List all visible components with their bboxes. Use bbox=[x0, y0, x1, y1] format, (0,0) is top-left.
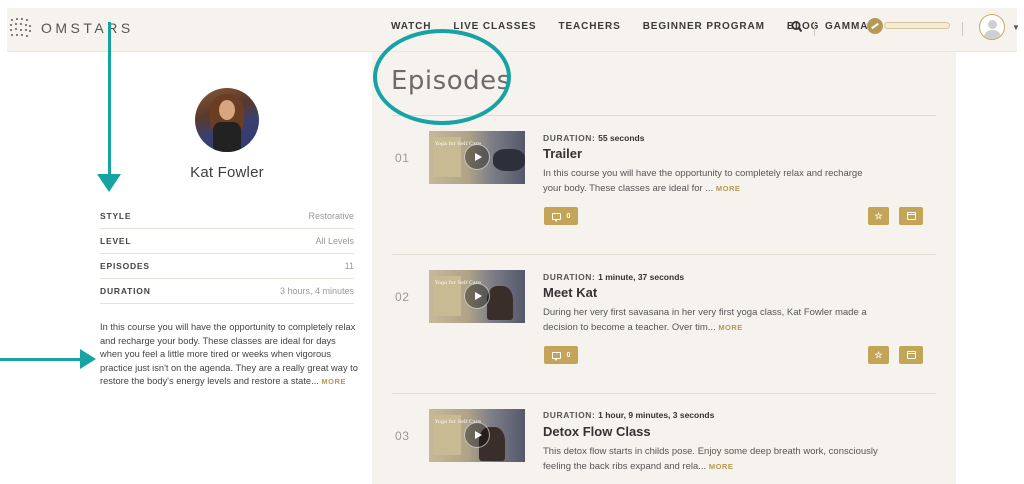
account-level-label[interactable]: GAMMA bbox=[825, 21, 868, 32]
comment-count: 0 bbox=[566, 212, 571, 220]
meta-label: STYLE bbox=[100, 211, 132, 221]
meta-label: EPISODES bbox=[100, 261, 150, 271]
divider bbox=[392, 254, 936, 255]
episode-duration: DURATION: 55 seconds bbox=[543, 133, 644, 143]
more-link[interactable]: MORE bbox=[321, 377, 346, 386]
episode-title[interactable]: Meet Kat bbox=[543, 285, 597, 300]
more-link[interactable]: MORE bbox=[709, 462, 734, 471]
course-description: In this course you will have the opportu… bbox=[100, 321, 358, 389]
meta-value: Restorative bbox=[308, 211, 354, 221]
comments-button[interactable]: 0 bbox=[544, 207, 578, 225]
annotation-arrow-head-right bbox=[80, 349, 96, 369]
logo-text: OMSTARS bbox=[41, 20, 134, 36]
star-icon: ☆ bbox=[874, 210, 883, 221]
episode-duration: DURATION: 1 minute, 37 seconds bbox=[543, 272, 684, 282]
duration-value: 1 hour, 9 minutes, 3 seconds bbox=[598, 410, 715, 420]
divider bbox=[392, 393, 936, 394]
teacher-name[interactable]: Kat Fowler bbox=[100, 164, 354, 181]
top-navigation-bar: OMSTARS WATCH LIVE CLASSES TEACHERS BEGI… bbox=[7, 8, 1020, 52]
more-link[interactable]: MORE bbox=[716, 184, 741, 193]
nav-divider bbox=[814, 22, 815, 36]
episode-thumbnail[interactable]: Yoga for Self Care bbox=[429, 270, 525, 323]
episode-title[interactable]: Detox Flow Class bbox=[543, 424, 651, 439]
meta-value: 3 hours, 4 minutes bbox=[279, 286, 354, 296]
chevron-down-icon[interactable]: ▼ bbox=[1012, 23, 1020, 32]
calendar-icon bbox=[906, 212, 916, 220]
episode-description-text: In this course you will have the opportu… bbox=[543, 168, 863, 194]
nav-beginner-program[interactable]: BEGINNER PROGRAM bbox=[643, 21, 765, 32]
calendar-icon bbox=[906, 351, 916, 359]
schedule-button[interactable] bbox=[899, 346, 923, 364]
duration-label: DURATION: bbox=[543, 272, 596, 282]
episode-description: This detox flow starts in childs pose. E… bbox=[543, 444, 883, 474]
schedule-button[interactable] bbox=[899, 207, 923, 225]
comment-icon bbox=[551, 351, 561, 361]
episode-title[interactable]: Trailer bbox=[543, 146, 582, 161]
favorite-button[interactable]: ☆ bbox=[868, 207, 889, 225]
meta-label: DURATION bbox=[100, 286, 151, 296]
episode-duration: DURATION: 1 hour, 9 minutes, 3 seconds bbox=[543, 410, 714, 420]
episode-thumbnail[interactable]: Yoga for Self Care bbox=[429, 131, 525, 184]
level-badge-icon bbox=[867, 18, 883, 34]
episode-description: In this course you will have the opportu… bbox=[543, 166, 883, 196]
nav-live-classes[interactable]: LIVE CLASSES bbox=[453, 21, 536, 32]
duration-label: DURATION: bbox=[543, 410, 596, 420]
logo-mark-icon bbox=[9, 17, 31, 39]
course-meta-list: STYLE Restorative LEVEL All Levels EPISO… bbox=[100, 204, 354, 304]
meta-value: All Levels bbox=[315, 236, 354, 246]
more-link[interactable]: MORE bbox=[718, 323, 743, 332]
nav-divider bbox=[962, 22, 963, 36]
comment-icon bbox=[551, 212, 561, 222]
annotation-arrow-line bbox=[108, 22, 111, 176]
user-avatar[interactable] bbox=[979, 14, 1005, 40]
star-icon: ☆ bbox=[874, 349, 883, 360]
level-progress-bar bbox=[884, 22, 950, 29]
meta-row-episodes: EPISODES 11 bbox=[100, 254, 354, 279]
course-description-text: In this course you will have the opportu… bbox=[100, 322, 358, 387]
duration-value: 55 seconds bbox=[598, 133, 645, 143]
annotation-arrow-head-down bbox=[97, 174, 121, 192]
teacher-avatar bbox=[195, 88, 259, 152]
search-icon[interactable] bbox=[791, 20, 803, 34]
play-icon[interactable] bbox=[464, 144, 490, 170]
episode-number: 02 bbox=[395, 290, 410, 304]
episode-description-text: During her very first savasana in her ve… bbox=[543, 307, 867, 333]
episode-description: During her very first savasana in her ve… bbox=[543, 305, 883, 335]
omstars-logo[interactable]: OMSTARS bbox=[9, 17, 134, 39]
annotation-circle bbox=[373, 29, 511, 125]
duration-value: 1 minute, 37 seconds bbox=[598, 272, 685, 282]
meta-value: 11 bbox=[344, 261, 354, 271]
duration-label: DURATION: bbox=[543, 133, 596, 143]
annotation-arrow-line bbox=[0, 358, 82, 361]
meta-row-style: STYLE Restorative bbox=[100, 204, 354, 229]
favorite-button[interactable]: ☆ bbox=[868, 346, 889, 364]
play-icon[interactable] bbox=[464, 422, 490, 448]
comments-button[interactable]: 0 bbox=[544, 346, 578, 364]
play-icon[interactable] bbox=[464, 283, 490, 309]
nav-teachers[interactable]: TEACHERS bbox=[558, 21, 620, 32]
comment-count: 0 bbox=[566, 351, 571, 359]
episode-number: 01 bbox=[395, 151, 410, 165]
episode-number: 03 bbox=[395, 429, 410, 443]
episode-thumbnail[interactable]: Yoga for Self Care bbox=[429, 409, 525, 462]
meta-row-duration: DURATION 3 hours, 4 minutes bbox=[100, 279, 354, 304]
meta-row-level: LEVEL All Levels bbox=[100, 229, 354, 254]
meta-label: LEVEL bbox=[100, 236, 132, 246]
